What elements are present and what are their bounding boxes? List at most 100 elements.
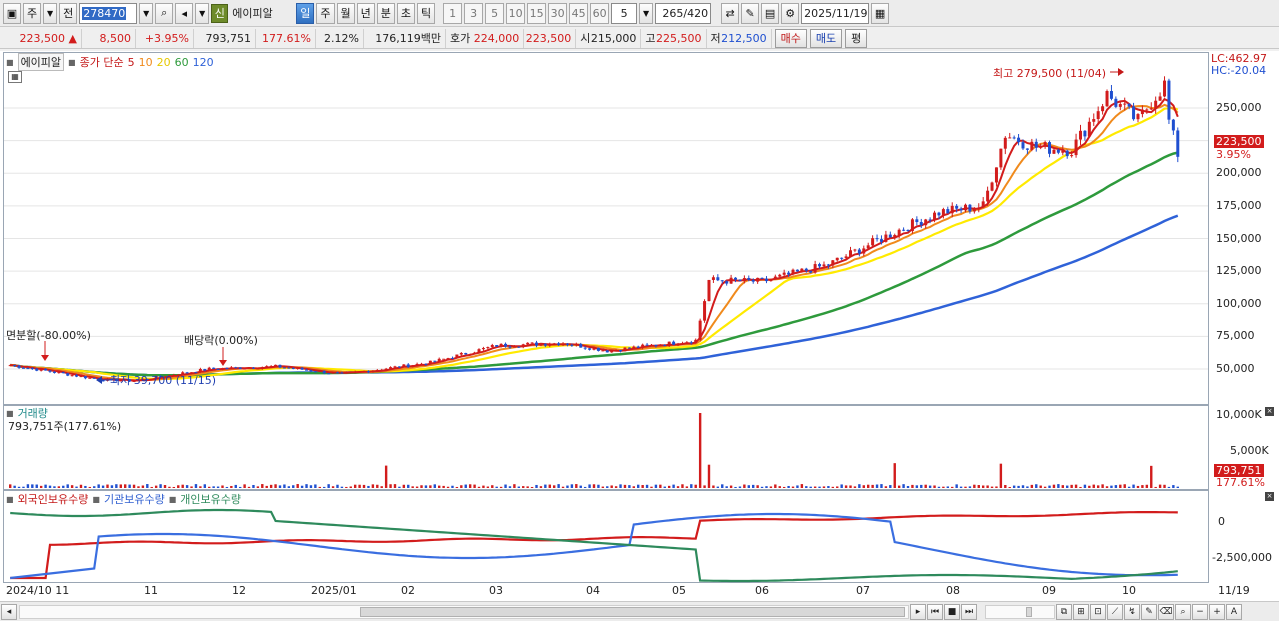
volume-bar	[398, 486, 401, 488]
volume-bar	[778, 486, 781, 488]
interval-dropdown-icon[interactable]: ▼	[639, 2, 654, 24]
candle-body	[278, 364, 282, 368]
trend-tool-icon[interactable]: ↯	[1124, 603, 1140, 620]
interval-10[interactable]: 10	[506, 2, 526, 24]
eraser-icon[interactable]: ⌫	[1158, 603, 1174, 620]
interval-30[interactable]: 30	[548, 2, 568, 24]
volume-bar	[464, 484, 467, 488]
data-table-icon[interactable]: ▦	[8, 71, 22, 83]
volume-value-text: 793,751주(177.61%)	[8, 420, 122, 433]
price-type-button[interactable]: 전	[59, 2, 78, 24]
volume-bar	[1026, 486, 1029, 488]
candle-body	[831, 260, 835, 266]
candle-body	[535, 342, 539, 346]
fibonacci-icon[interactable]: ⟋	[1107, 603, 1123, 620]
candle-body	[893, 235, 897, 238]
chart-area[interactable]: ■ 에이피알 ■ 종가 단순 5 10 20 60 120 ▦ LC:462.9…	[0, 51, 1279, 601]
volume-bar	[1172, 485, 1175, 488]
volume-bar	[154, 485, 158, 488]
interval-input[interactable]: 5	[611, 2, 638, 24]
horizontal-scrollbar[interactable]	[19, 604, 909, 619]
candle-body	[380, 369, 384, 371]
font-size-icon[interactable]: A	[1226, 603, 1242, 620]
date-input[interactable]: 2025/11/19	[801, 2, 870, 24]
period-tab-minute[interactable]: 분	[376, 2, 395, 24]
first-page-icon[interactable]: ⏮	[927, 603, 943, 620]
holdings-close-icon[interactable]: ×	[1265, 492, 1274, 501]
period-tab-tick[interactable]: 틱	[417, 2, 436, 24]
period-tab-month[interactable]: 월	[336, 2, 355, 24]
speaker-dropdown-icon[interactable]: ▼	[195, 2, 210, 24]
candle-body	[928, 219, 932, 221]
layout-icon[interactable]: ▣	[3, 2, 21, 24]
crosshair-icon[interactable]: ✎	[741, 2, 760, 24]
buy-button[interactable]: 매수	[774, 28, 807, 48]
interval-3[interactable]: 3	[464, 2, 484, 24]
interval-5[interactable]: 5	[485, 2, 505, 24]
zoom-out-icon[interactable]: −	[1192, 603, 1208, 620]
volume-bar	[371, 484, 375, 488]
period-tab-year[interactable]: 년	[356, 2, 375, 24]
volume-bar	[252, 484, 255, 488]
speaker-icon[interactable]: ◂	[175, 2, 194, 24]
candle-body	[906, 229, 910, 232]
volume-bar	[676, 486, 680, 488]
volume-close-icon[interactable]: ×	[1265, 407, 1274, 416]
count-input[interactable]: 265/420	[655, 2, 712, 24]
interval-1[interactable]: 1	[443, 2, 463, 24]
candle-body	[919, 222, 923, 226]
volume-bar	[694, 484, 697, 488]
volume-bar	[862, 485, 865, 488]
mode-select[interactable]: 주	[23, 2, 42, 24]
candle-body	[344, 372, 348, 374]
eval-button[interactable]: 평	[845, 28, 868, 48]
save-icon[interactable]: ▤	[761, 2, 780, 24]
interval-60[interactable]: 60	[590, 2, 610, 24]
volume-chip-icon[interactable]: ■	[6, 409, 14, 418]
candle-body	[1140, 109, 1144, 115]
volume-bar	[163, 485, 167, 488]
zoom-slider-handle[interactable]	[1026, 606, 1032, 617]
gear-icon[interactable]: ⚙	[781, 2, 800, 24]
volume-bar	[216, 486, 220, 488]
holdings-chip-icon[interactable]: ■	[6, 495, 14, 504]
turnover-rate: 2.12%	[316, 28, 364, 48]
collapse-icon[interactable]: ■	[6, 58, 14, 67]
chevron-down-icon[interactable]: ▼	[43, 2, 58, 24]
copy-icon[interactable]: ⧉	[1056, 603, 1072, 620]
calendar-icon[interactable]: ▦	[871, 2, 890, 24]
period-tab-second[interactable]: 초	[396, 2, 415, 24]
stock-code-input[interactable]: 278470	[79, 2, 138, 24]
volume-bar	[26, 484, 30, 488]
low-price: 212,500	[721, 28, 772, 48]
sell-button[interactable]: 매도	[809, 28, 843, 48]
volume-bar	[592, 484, 596, 488]
overlay-icon[interactable]: ⊡	[1090, 603, 1106, 620]
period-tab-week[interactable]: 주	[316, 2, 335, 24]
draw-tool-icon[interactable]: ✎	[1141, 603, 1157, 620]
volume-bar	[460, 485, 463, 488]
scrollbar-thumb[interactable]	[360, 606, 905, 617]
candle-body	[21, 367, 25, 369]
scroll-right-icon[interactable]: ▸	[910, 603, 926, 620]
zoom-search-icon[interactable]: ⌕	[1175, 603, 1191, 620]
search-icon[interactable]: ⌕	[155, 2, 174, 24]
candle-body	[420, 363, 424, 365]
zoom-slider[interactable]	[985, 604, 1055, 619]
candle-body	[424, 363, 428, 365]
code-dropdown-icon[interactable]: ▼	[139, 2, 154, 24]
scroll-left-icon[interactable]: ◂	[1, 603, 17, 620]
link-icon[interactable]: ⇄	[721, 2, 740, 24]
stop-icon[interactable]: ■	[944, 603, 960, 620]
zoom-in-icon[interactable]: +	[1209, 603, 1225, 620]
candle-body	[641, 344, 645, 348]
candle-body	[1171, 119, 1175, 131]
compare-icon[interactable]: ⊞	[1073, 603, 1089, 620]
candle-body	[698, 320, 702, 340]
interval-45[interactable]: 45	[569, 2, 589, 24]
last-page-icon[interactable]: ⏭	[961, 603, 977, 620]
interval-15[interactable]: 15	[527, 2, 547, 24]
period-tab-day[interactable]: 일	[296, 2, 315, 24]
volume-bar	[203, 484, 207, 488]
candle-body	[627, 347, 631, 349]
